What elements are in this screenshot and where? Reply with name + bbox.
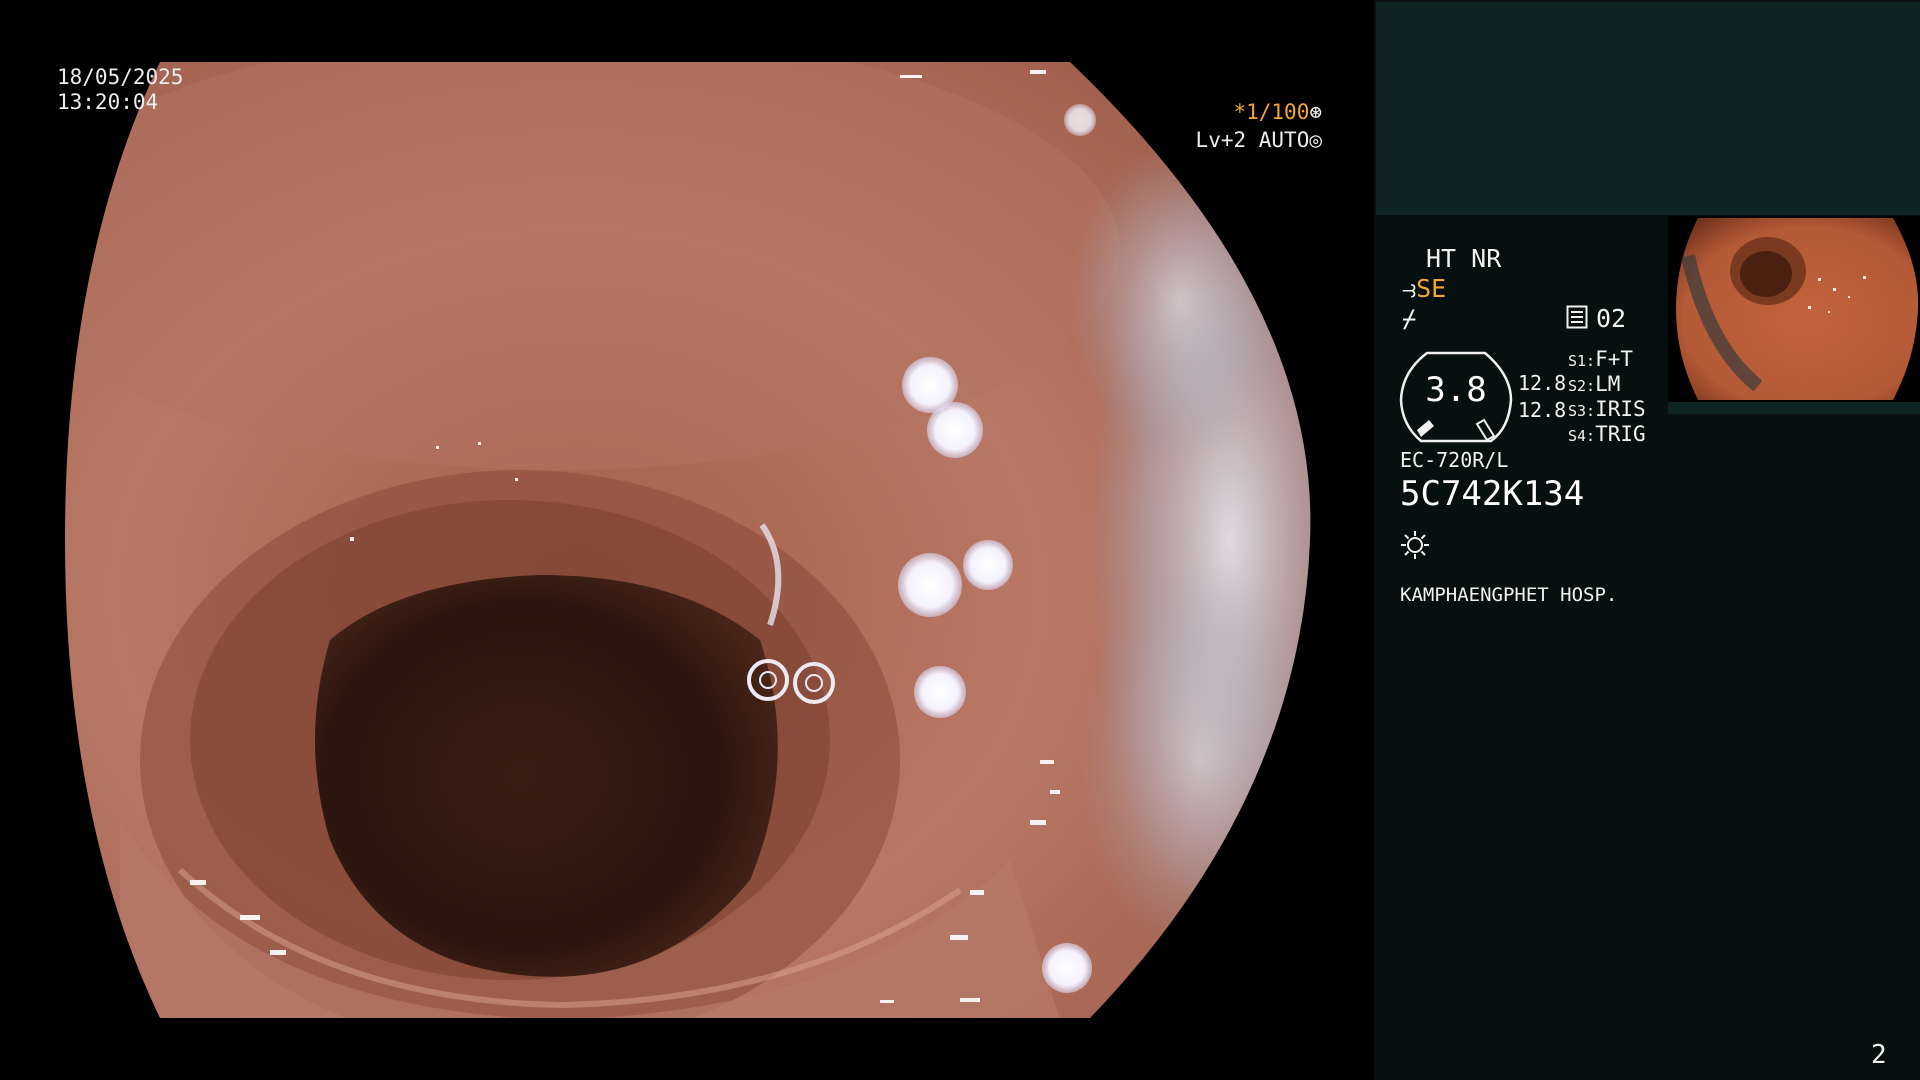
enhancement-mode: HT NR (1426, 244, 1502, 273)
switch-2-value: LM (1595, 372, 1621, 396)
light-source-icon (1401, 531, 1429, 559)
capture-thumbnail (1668, 216, 1920, 402)
switch-4-value: TRIG (1595, 422, 1646, 446)
gauge-reading-2: 12.8 (1518, 398, 1567, 422)
switch-3-value: IRIS (1595, 397, 1646, 421)
switch-3: S3:IRIS (1568, 397, 1646, 421)
info-panel: HT NR ⥽SE ⌿ 02 3.8 12.8 12.8 S1:F+T S2:L… (1374, 0, 1920, 1080)
gauge: 3.8 (1399, 350, 1513, 444)
hospital-name: KAMPHAENGPHET HOSP. (1400, 584, 1618, 606)
auto-iris-icon: ◎ (1309, 128, 1322, 152)
se-mode: SE (1416, 274, 1447, 303)
slash-signal-icon: ⌿ (1402, 305, 1417, 333)
switch-4-key: S4: (1568, 427, 1596, 445)
switch-1-key: S1: (1568, 352, 1596, 370)
memory-card-icon (1566, 305, 1588, 329)
panel-header-area (1376, 2, 1920, 215)
level-value: Lv+2 AUTO (1195, 128, 1310, 152)
endoscopy-view (65, 62, 1311, 1018)
time-display: 13:20:04 (57, 90, 159, 114)
shutter-value: *1/100 (1233, 100, 1310, 124)
switch-2: S2:LM (1568, 372, 1620, 396)
structure-enhancement: ⥽SE (1402, 274, 1446, 304)
switch-2-key: S2: (1568, 377, 1596, 395)
scope-serial: 5C742K134 (1400, 474, 1585, 514)
endoscopy-image-area: 18/05/2025 13:20:04 *1/100⊛ Lv+2 AUTO◎ (0, 0, 1374, 1080)
thumbnail-caption-bar (1668, 402, 1920, 414)
gauge-value: 3.8 (1425, 370, 1487, 410)
date-display: 18/05/2025 (57, 65, 184, 89)
lumen (315, 575, 778, 977)
switch-4: S4:TRIG (1568, 422, 1646, 446)
page-number: 2 (1871, 1040, 1887, 1070)
shutter-speed: *1/100⊛ (1233, 99, 1322, 125)
brightness-level: Lv+2 AUTO◎ (1196, 127, 1322, 153)
switch-1: S1:F+T (1568, 347, 1633, 371)
scope-angle-icon: ⥽ (1402, 274, 1417, 303)
switch-3-key: S3: (1568, 402, 1596, 420)
aperture-icon: ⊛ (1309, 100, 1322, 124)
thumbnail-image (1676, 218, 1919, 400)
gauge-reading-1: 12.8 (1518, 371, 1567, 395)
memory-number: 02 (1596, 304, 1627, 333)
scope-model: EC-720R/L (1400, 448, 1509, 472)
switch-1-value: F+T (1595, 347, 1634, 371)
